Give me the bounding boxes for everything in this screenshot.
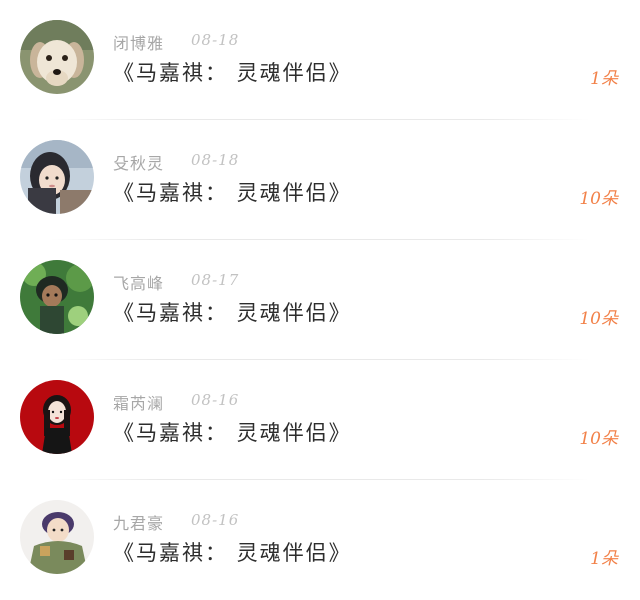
list-item[interactable]: 九君豪 08-16 《马嘉祺： 灵魂伴侣》 1朵 bbox=[0, 480, 640, 600]
cartoon-girl-red-avatar-icon bbox=[20, 380, 94, 454]
comment-date: 08-18 bbox=[191, 151, 240, 169]
comment-title[interactable]: 《马嘉祺： 灵魂伴侣》 bbox=[113, 537, 352, 567]
flower-count: 10朵 bbox=[579, 189, 618, 209]
comment-date: 08-17 bbox=[191, 271, 240, 289]
user-name[interactable]: 九君豪 bbox=[113, 510, 164, 534]
anime-forest-avatar-icon bbox=[20, 260, 94, 334]
user-name[interactable]: 飞高峰 bbox=[113, 270, 164, 294]
comment-title[interactable]: 《马嘉祺： 灵魂伴侣》 bbox=[113, 177, 352, 207]
user-name[interactable]: 闭博雅 bbox=[113, 30, 164, 54]
avatar[interactable] bbox=[20, 500, 94, 574]
list-item[interactable]: 殳秋灵 08-18 《马嘉祺： 灵魂伴侣》 10朵 bbox=[0, 120, 640, 240]
comment-title[interactable]: 《马嘉祺： 灵魂伴侣》 bbox=[113, 57, 352, 87]
avatar[interactable] bbox=[20, 260, 94, 334]
comment-date: 08-18 bbox=[191, 31, 240, 49]
flower-count: 1朵 bbox=[590, 69, 618, 89]
list-item[interactable]: 闭博雅 08-18 《马嘉祺： 灵魂伴侣》 1朵 bbox=[0, 0, 640, 120]
flower-count: 10朵 bbox=[579, 309, 618, 329]
user-name[interactable]: 殳秋灵 bbox=[113, 150, 164, 174]
flower-count: 1朵 bbox=[590, 549, 618, 569]
avatar[interactable] bbox=[20, 20, 94, 94]
list-item[interactable]: 霜芮澜 08-16 《马嘉祺： 灵魂伴侣》 10朵 bbox=[0, 360, 640, 480]
flower-count: 10朵 bbox=[579, 429, 618, 449]
anime-boy-avatar-icon bbox=[20, 500, 94, 574]
puppy-avatar-icon bbox=[20, 20, 94, 94]
comment-date: 08-16 bbox=[191, 391, 240, 409]
list-item[interactable]: 飞高峰 08-17 《马嘉祺： 灵魂伴侣》 10朵 bbox=[0, 240, 640, 360]
comment-list: 闭博雅 08-18 《马嘉祺： 灵魂伴侣》 1朵 殳秋灵 08-18 《马嘉祺：… bbox=[0, 0, 640, 599]
girl-avatar-icon bbox=[20, 140, 94, 214]
avatar[interactable] bbox=[20, 380, 94, 454]
user-name[interactable]: 霜芮澜 bbox=[113, 390, 164, 414]
comment-title[interactable]: 《马嘉祺： 灵魂伴侣》 bbox=[113, 417, 352, 447]
comment-title[interactable]: 《马嘉祺： 灵魂伴侣》 bbox=[113, 297, 352, 327]
comment-date: 08-16 bbox=[191, 511, 240, 529]
avatar[interactable] bbox=[20, 140, 94, 214]
